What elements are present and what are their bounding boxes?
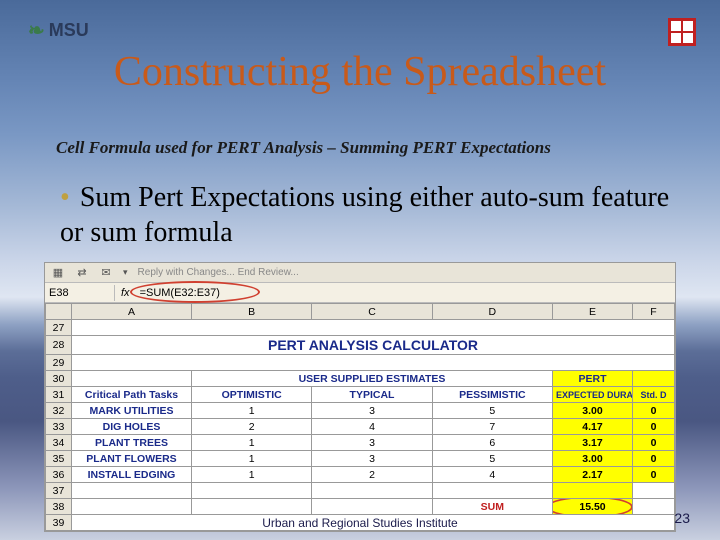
hdr-pert: PERT — [553, 371, 633, 387]
typical-cell[interactable]: 3 — [312, 451, 432, 467]
row-header[interactable]: 27 — [46, 320, 72, 336]
optimistic-cell[interactable]: 1 — [192, 467, 312, 483]
leaf-icon: ❧ — [28, 18, 45, 43]
task-name[interactable]: INSTALL EDGING — [72, 467, 192, 483]
row-header[interactable]: 36 — [46, 467, 72, 483]
hdr-optimistic: OPTIMISTIC — [192, 387, 312, 403]
typical-cell[interactable]: 2 — [312, 467, 432, 483]
pert-title: PERT ANALYSIS CALCULATOR — [72, 336, 675, 355]
pessimistic-cell[interactable]: 7 — [432, 419, 552, 435]
expected-cell[interactable]: 3.00 — [553, 403, 633, 419]
expected-cell[interactable]: 4.17 — [553, 419, 633, 435]
footer-institute: Urban and Regional Studies Institute — [0, 516, 720, 530]
row-header[interactable]: 29 — [46, 355, 72, 371]
task-row: 36INSTALL EDGING1242.170 — [46, 467, 675, 483]
col-header[interactable]: D — [432, 304, 552, 320]
spreadsheet-grid: A B C D E F 27 28 PERT ANALYSIS CALCULAT… — [45, 303, 675, 531]
task-name[interactable]: DIG HOLES — [72, 419, 192, 435]
task-row: 34PLANT TREES1363.170 — [46, 435, 675, 451]
row-header[interactable]: 37 — [46, 483, 72, 499]
task-name[interactable]: PLANT TREES — [72, 435, 192, 451]
hdr-expected: EXPECTED DURATION — [553, 387, 633, 403]
expected-cell[interactable]: 3.00 — [553, 451, 633, 467]
typical-cell[interactable]: 3 — [312, 435, 432, 451]
optimistic-cell[interactable]: 1 — [192, 403, 312, 419]
stdd-cell[interactable]: 0 — [633, 403, 675, 419]
optimistic-cell[interactable]: 1 — [192, 451, 312, 467]
pessimistic-cell[interactable]: 5 — [432, 451, 552, 467]
slide-number: 23 — [674, 510, 690, 526]
task-name[interactable]: PLANT FLOWERS — [72, 451, 192, 467]
excel-toolbar: ▦ ⇄ ✉ ▾ Reply with Changes... End Review… — [45, 263, 675, 283]
logo-msu: ❧ MSU — [28, 18, 89, 43]
optimistic-cell[interactable]: 2 — [192, 419, 312, 435]
stdd-cell[interactable]: 0 — [633, 451, 675, 467]
row-header[interactable]: 33 — [46, 419, 72, 435]
optimistic-cell[interactable]: 1 — [192, 435, 312, 451]
hdr-stdd: Std. D — [633, 387, 675, 403]
dropdown-arrow-icon[interactable]: ▾ — [123, 267, 128, 278]
logo-red-square — [668, 18, 696, 46]
task-row: 32MARK UTILITIES1353.000 — [46, 403, 675, 419]
fx-label[interactable]: fx — [115, 287, 136, 299]
bullet-dot-icon: • — [60, 182, 70, 213]
hdr-tasks: Critical Path Tasks — [72, 387, 192, 403]
row-header[interactable]: 31 — [46, 387, 72, 403]
row-header[interactable]: 28 — [46, 336, 72, 355]
col-header[interactable]: A — [72, 304, 192, 320]
col-header[interactable]: F — [633, 304, 675, 320]
col-header[interactable]: B — [192, 304, 312, 320]
formula-bar: E38 fx =SUM(E32:E37) — [45, 283, 675, 303]
share-icon[interactable]: ⇄ — [75, 266, 89, 280]
bullet-text: •Sum Pert Expectations using either auto… — [60, 180, 680, 250]
typical-cell[interactable]: 4 — [312, 419, 432, 435]
pessimistic-cell[interactable]: 6 — [432, 435, 552, 451]
stdd-cell[interactable]: 0 — [633, 435, 675, 451]
slide-title: Constructing the Spreadsheet — [0, 48, 720, 96]
stdd-cell[interactable]: 0 — [633, 467, 675, 483]
col-header[interactable]: C — [312, 304, 432, 320]
name-box[interactable]: E38 — [45, 285, 115, 301]
pessimistic-cell[interactable]: 5 — [432, 403, 552, 419]
col-header-row: A B C D E F — [46, 304, 675, 320]
row-header[interactable]: 38 — [46, 499, 72, 515]
row-header[interactable]: 30 — [46, 371, 72, 387]
hdr-user-estimates: USER SUPPLIED ESTIMATES — [192, 371, 553, 387]
task-row: 35PLANT FLOWERS1353.000 — [46, 451, 675, 467]
excel-screenshot: ▦ ⇄ ✉ ▾ Reply with Changes... End Review… — [44, 262, 676, 532]
logo-text: MSU — [49, 20, 89, 41]
hdr-pessimistic: PESSIMISTIC — [432, 387, 552, 403]
row-header[interactable]: 35 — [46, 451, 72, 467]
hdr-blank — [72, 371, 192, 387]
task-name[interactable]: MARK UTILITIES — [72, 403, 192, 419]
workbook-icon[interactable]: ▦ — [51, 266, 65, 280]
row-header[interactable]: 34 — [46, 435, 72, 451]
col-header[interactable]: E — [553, 304, 633, 320]
task-row: 33DIG HOLES2474.170 — [46, 419, 675, 435]
corner-cell[interactable] — [46, 304, 72, 320]
expected-cell[interactable]: 3.17 — [553, 435, 633, 451]
hdr-typical: TYPICAL — [312, 387, 432, 403]
pessimistic-cell[interactable]: 4 — [432, 467, 552, 483]
slide-subtitle: Cell Formula used for PERT Analysis – Su… — [56, 138, 680, 158]
row-header[interactable]: 32 — [46, 403, 72, 419]
stdd-cell[interactable]: 0 — [633, 419, 675, 435]
expected-cell[interactable]: 2.17 — [553, 467, 633, 483]
envelope-icon[interactable]: ✉ — [99, 266, 113, 280]
formula-input[interactable]: =SUM(E32:E37) — [136, 285, 224, 301]
typical-cell[interactable]: 3 — [312, 403, 432, 419]
toolbar-review-text: Reply with Changes... End Review... — [138, 267, 299, 278]
sum-label: SUM — [432, 499, 552, 515]
sum-value-cell[interactable]: 15.50 — [553, 499, 633, 515]
